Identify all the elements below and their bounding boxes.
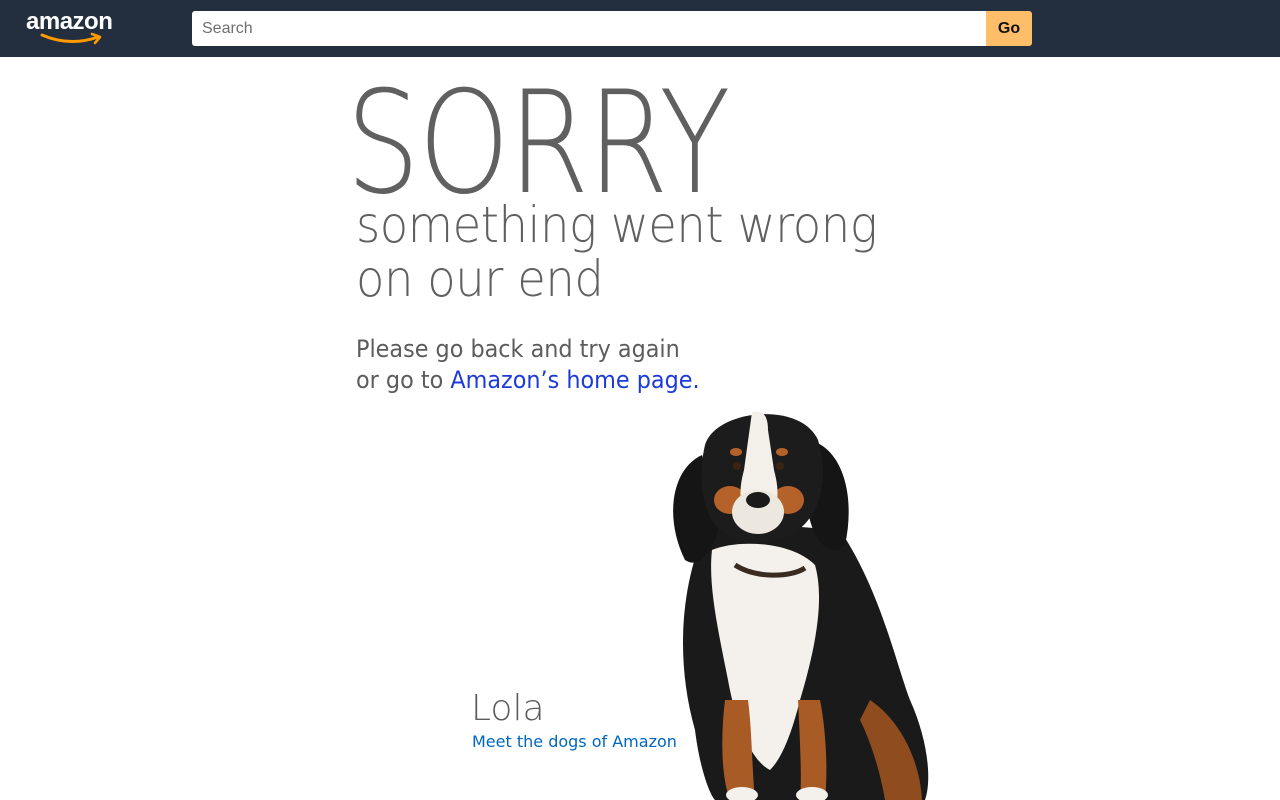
go-button[interactable]: Go	[986, 11, 1032, 46]
instruction-line-1: Please go back and try again	[356, 335, 680, 363]
amazon-logo-link[interactable]: amazon	[26, 8, 126, 48]
error-subtitle-line-2: on our end	[356, 250, 604, 308]
error-instructions: Please go back and try again or go to Am…	[356, 334, 700, 396]
search-input[interactable]	[192, 11, 986, 46]
amazon-smile-icon	[40, 32, 102, 45]
error-subtitle-line-1: something went wrong	[356, 196, 878, 254]
search-form: Go	[192, 11, 1032, 46]
home-page-link[interactable]: Amazon’s home page.	[450, 366, 699, 394]
meet-the-dogs-link[interactable]: Meet the dogs of Amazon	[472, 732, 677, 752]
dog-photo	[673, 411, 929, 800]
instruction-line-2: or go to Amazon’s home page.	[356, 365, 700, 396]
instruction-line-2-prefix: or go to	[356, 366, 451, 394]
error-subtitle: something went wrong on our end	[356, 196, 878, 308]
top-navigation-bar: amazon Go	[0, 0, 1280, 57]
dog-name: Lola	[471, 688, 545, 729]
